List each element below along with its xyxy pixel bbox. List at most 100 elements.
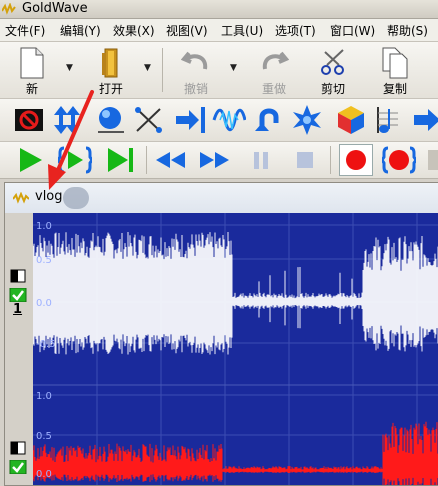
reverse-arrow-icon <box>255 108 279 131</box>
transport-divider <box>146 146 147 174</box>
open-label: 打开 <box>98 82 123 96</box>
menu-effects[interactable]: 效果(X) <box>113 22 155 39</box>
title-bar: GoldWave <box>0 0 438 19</box>
new-label: 新 <box>25 82 38 96</box>
pause-button[interactable] <box>244 144 278 176</box>
rewind-button[interactable] <box>154 144 188 176</box>
music-note-icon <box>377 107 398 133</box>
undo-button[interactable]: 撤销 <box>176 44 216 96</box>
waveform-icon <box>212 108 247 132</box>
menu-window[interactable]: 窗口(W) <box>330 22 375 39</box>
channel-2-enabled-checkbox-icon[interactable] <box>9 460 27 474</box>
effects-toolbar <box>0 99 438 142</box>
document-window: vlog 1 1.0 0.5 0.0 -0.5 1.0 0.5 0.0 <box>4 182 438 486</box>
record-divider <box>330 146 331 174</box>
double-arrow-icon <box>414 109 438 131</box>
play-icon <box>20 148 42 172</box>
effect-mix-button[interactable] <box>132 103 166 137</box>
new-file-icon <box>20 47 44 79</box>
open-folder-icon <box>102 48 118 78</box>
color-cube-icon <box>338 106 364 134</box>
cut-label: 剪切 <box>320 82 345 96</box>
wave-document-icon <box>13 192 29 204</box>
redo-button[interactable]: 重做 <box>254 44 294 96</box>
fast-forward-button[interactable] <box>198 144 232 176</box>
pause-icon <box>254 152 268 169</box>
menu-view[interactable]: 视图(V) <box>166 22 208 39</box>
arrow-into-bar-icon <box>176 107 205 133</box>
redacted-blur <box>63 187 89 209</box>
record-between-brackets-icon <box>380 146 418 174</box>
document-title: vlog <box>35 189 63 204</box>
undo-dropdown-arrow-icon[interactable]: ▼ <box>230 63 237 73</box>
goldwave-logo-icon <box>2 3 16 15</box>
effect-flanger-button[interactable] <box>334 103 368 137</box>
copy-button[interactable]: 复制 <box>373 44 417 96</box>
partial-icon <box>428 150 438 170</box>
speaker-icon[interactable] <box>9 269 27 283</box>
play-between-brackets-icon <box>56 146 94 174</box>
channel-enabled-checkbox-icon[interactable] <box>9 288 27 302</box>
menu-help[interactable]: 帮助(S) <box>387 22 428 39</box>
menu-edit[interactable]: 编辑(Y) <box>60 22 101 39</box>
open-dropdown-arrow-icon[interactable]: ▼ <box>144 63 151 73</box>
axis-label-bottom-1: 1.0 <box>36 391 52 402</box>
transport-more-button[interactable] <box>424 144 438 176</box>
redo-label: 重做 <box>261 82 286 96</box>
copy-icon <box>382 47 408 79</box>
menu-file[interactable]: 文件(F) <box>5 22 45 39</box>
effect-equalizer-button[interactable] <box>372 103 406 137</box>
play-to-end-button[interactable] <box>104 144 138 176</box>
waveform-display[interactable]: 1.0 0.5 0.0 -0.5 1.0 0.5 0.0 <box>33 213 438 485</box>
scissors-icon <box>321 49 344 75</box>
fast-forward-icon <box>200 152 229 168</box>
new-dropdown-arrow-icon[interactable]: ▼ <box>66 63 73 73</box>
effect-offset-button[interactable] <box>174 103 208 137</box>
transport-toolbar <box>0 142 438 179</box>
play-selection-button[interactable] <box>56 144 94 176</box>
rewind-icon <box>156 152 185 168</box>
document-title-bar[interactable]: vlog <box>5 183 438 213</box>
speaker-2-icon[interactable] <box>9 441 27 455</box>
burst-icon <box>293 105 321 135</box>
redo-icon <box>262 51 289 70</box>
axis-label-bottom-2: 0.5 <box>36 431 52 442</box>
stop-icon <box>297 152 313 168</box>
effect-reverse-button[interactable] <box>252 103 286 137</box>
effect-sphere-button[interactable] <box>94 103 128 137</box>
axis-label-bottom-3: 0.0 <box>36 469 52 480</box>
record-selection-button[interactable] <box>380 144 418 176</box>
channel-1-controls: 1 <box>9 269 31 319</box>
record-button[interactable] <box>339 144 373 176</box>
record-icon <box>346 150 366 170</box>
undo-label: 撤销 <box>183 82 208 96</box>
toolbar-divider <box>162 48 163 92</box>
menu-bar: 文件(F) 编辑(Y) 效果(X) 视图(V) 工具(U) 选项(T) 窗口(W… <box>0 19 438 42</box>
channel-2-controls <box>9 441 31 481</box>
copy-label: 复制 <box>382 82 407 96</box>
vertical-arrows-icon <box>54 106 80 134</box>
play-to-end-icon <box>108 148 133 172</box>
main-toolbar: 新 ▼ 打开 ▼ 撤销 ▼ 重做 剪切 复制 <box>0 42 438 99</box>
axis-label-top-3: 0.0 <box>36 298 52 309</box>
mute-icon <box>15 109 43 131</box>
axis-label-top-4: -0.5 <box>36 339 56 350</box>
menu-options[interactable]: 选项(T) <box>275 22 316 39</box>
open-button[interactable]: 打开 <box>90 44 132 96</box>
sphere-icon <box>98 107 124 133</box>
axis-label-top-2: 0.5 <box>36 255 52 266</box>
effect-more-button[interactable] <box>410 103 438 137</box>
crossfade-icon <box>135 107 162 133</box>
menu-tools[interactable]: 工具(U) <box>221 22 263 39</box>
effect-echo-button[interactable] <box>290 103 324 137</box>
effect-mute-button[interactable] <box>12 103 46 137</box>
new-button[interactable]: 新 <box>12 44 52 96</box>
channel-1-number: 1 <box>13 302 23 317</box>
window-title: GoldWave <box>22 1 88 16</box>
stop-button[interactable] <box>288 144 322 176</box>
effect-wave-button[interactable] <box>212 103 247 137</box>
axis-label-top-1: 1.0 <box>36 221 52 232</box>
effect-stretch-button[interactable] <box>50 103 84 137</box>
play-button[interactable] <box>14 144 48 176</box>
cut-button[interactable]: 剪切 <box>313 44 353 96</box>
